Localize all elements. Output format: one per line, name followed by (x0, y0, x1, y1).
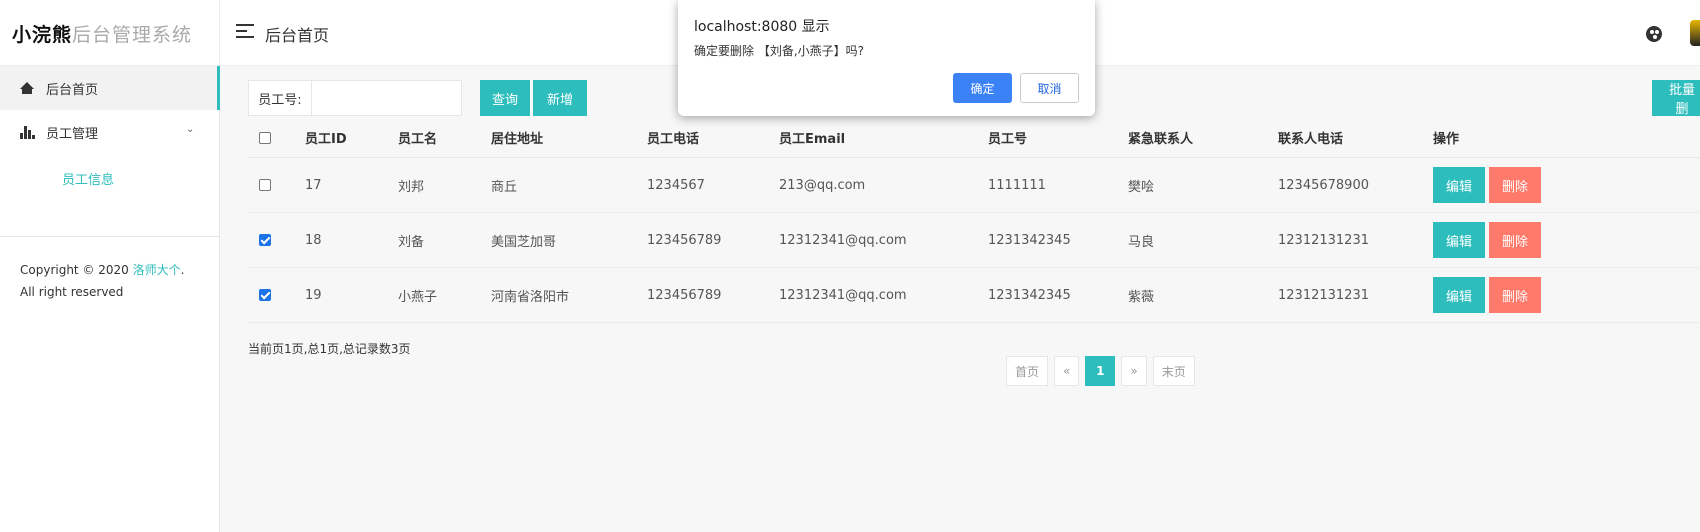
sidebar-item-home[interactable]: 后台首页 (0, 66, 220, 110)
cell-email: 12312341@qq.com (779, 232, 907, 248)
pagination-info: 当前页1页,总1页,总记录数3页 (248, 342, 411, 356)
cell-name: 刘备 (398, 234, 425, 250)
sidebar-item-label: 员工管理 (46, 126, 99, 142)
cell-id: 18 (305, 232, 322, 248)
col-header: 紧急联系人 (1128, 132, 1194, 147)
next-page-button[interactable]: » (1121, 356, 1147, 386)
col-header: 居住地址 (491, 132, 544, 147)
cell-phone: 123456789 (647, 232, 722, 248)
sidebar: 后台首页 员工管理 ⌄ 员工信息 Copyright © 2020 洛师大个. … (0, 66, 220, 532)
prev-page-button[interactable]: « (1054, 356, 1080, 386)
cell-emp-no: 1231342345 (988, 287, 1071, 303)
cell-contact: 樊哙 (1128, 179, 1155, 195)
batch-delete-button[interactable]: 批量删 (1652, 80, 1700, 117)
first-page-button[interactable]: 首页 (1006, 356, 1049, 386)
add-button[interactable]: 新增 (533, 80, 587, 116)
avatar[interactable] (1690, 20, 1700, 46)
chart-icon (19, 125, 35, 139)
last-page-button[interactable]: 末页 (1152, 356, 1195, 386)
col-header: 操作 (1433, 132, 1460, 147)
col-header: 员工名 (398, 132, 438, 147)
header-title: 后台首页 (265, 26, 330, 45)
edit-button[interactable]: 编辑 (1433, 222, 1485, 258)
cell-id: 19 (305, 287, 322, 303)
table-header-row: 员工ID 员工名 居住地址 员工电话 员工Email 员工号 紧急联系人 联系人… (248, 118, 1700, 158)
table-row: 19 小燕子 河南省洛阳市 123456789 12312341@qq.com … (248, 268, 1700, 323)
page-number-button[interactable]: 1 (1085, 356, 1116, 386)
row-checkbox[interactable] (259, 179, 271, 191)
cell-contact-phone: 12312131231 (1278, 287, 1369, 303)
table-row: 17 刘邦 商丘 1234567 213@qq.com 1111111 樊哙 1… (248, 158, 1700, 213)
cell-address: 商丘 (491, 179, 518, 195)
confirm-dialog: localhost:8080 显示 确定要删除 【刘备,小燕子】吗? 确定 取消 (678, 0, 1095, 116)
select-all-checkbox[interactable] (259, 131, 271, 144)
cell-contact-phone: 12345678900 (1278, 177, 1369, 193)
copyright-prefix: Copyright © 2020 (20, 263, 133, 277)
sidebar-subitem-employee-info[interactable]: 员工信息 (0, 154, 219, 202)
delete-button[interactable]: 删除 (1489, 167, 1541, 203)
employee-table: 员工ID 员工名 居住地址 员工电话 员工Email 员工号 紧急联系人 联系人… (248, 118, 1700, 323)
employee-number-input[interactable] (312, 80, 462, 116)
col-header: 员工ID (305, 132, 347, 147)
brand-name: 小浣熊 (12, 23, 73, 46)
menu-toggle-icon[interactable] (236, 24, 254, 38)
col-header: 员工Email (779, 132, 846, 147)
cell-name: 小燕子 (398, 289, 438, 305)
copyright: Copyright © 2020 洛师大个. All right reserve… (0, 237, 219, 303)
delete-button[interactable]: 删除 (1489, 222, 1541, 258)
row-checkbox[interactable] (259, 289, 271, 301)
chevron-down-icon: ⌄ (186, 124, 195, 135)
cell-name: 刘邦 (398, 179, 425, 195)
copyright-link[interactable]: 洛师大个 (133, 263, 181, 277)
col-header: 联系人电话 (1278, 132, 1344, 147)
palette-icon[interactable] (1646, 26, 1662, 42)
query-button[interactable]: 查询 (480, 80, 531, 116)
table-row: 18 刘备 美国芝加哥 123456789 12312341@qq.com 12… (248, 213, 1700, 268)
col-header: 员工号 (988, 132, 1028, 147)
dialog-title: localhost:8080 显示 (694, 19, 830, 35)
dialog-message: 确定要删除 【刘备,小燕子】吗? (694, 44, 864, 58)
cell-email: 12312341@qq.com (779, 287, 907, 303)
edit-button[interactable]: 编辑 (1433, 167, 1485, 203)
edit-button[interactable]: 编辑 (1433, 277, 1485, 313)
search-label: 员工号: (248, 80, 312, 116)
cell-emp-no: 1111111 (988, 177, 1046, 193)
col-header: 员工电话 (647, 132, 700, 147)
delete-button[interactable]: 删除 (1489, 277, 1541, 313)
cell-contact-phone: 12312131231 (1278, 232, 1369, 248)
home-icon (20, 81, 34, 95)
logo: 小浣熊 后台管理系统 (0, 0, 220, 66)
row-checkbox[interactable] (259, 234, 271, 246)
pagination: 首页 « 1 » 末页 (1006, 356, 1195, 386)
cell-contact: 马良 (1128, 234, 1155, 250)
cell-phone: 123456789 (647, 287, 722, 303)
confirm-cancel-button[interactable]: 取消 (1020, 73, 1079, 103)
cell-contact: 紫薇 (1128, 289, 1155, 305)
cell-emp-no: 1231342345 (988, 232, 1071, 248)
cell-address: 美国芝加哥 (491, 234, 557, 250)
system-name: 后台管理系统 (72, 23, 193, 46)
cell-id: 17 (305, 177, 322, 193)
search-bar: 员工号: (248, 80, 462, 116)
cell-email: 213@qq.com (779, 177, 866, 193)
cell-phone: 1234567 (647, 177, 705, 193)
cell-address: 河南省洛阳市 (491, 289, 570, 305)
sidebar-item-employee-management[interactable]: 员工管理 ⌄ (0, 110, 219, 154)
sidebar-item-label: 后台首页 (46, 82, 99, 98)
confirm-ok-button[interactable]: 确定 (953, 73, 1012, 103)
main-content: 员工号: 查询 新增 批量删 员工ID 员工名 居住地址 员工电话 员工Emai… (220, 66, 1700, 532)
